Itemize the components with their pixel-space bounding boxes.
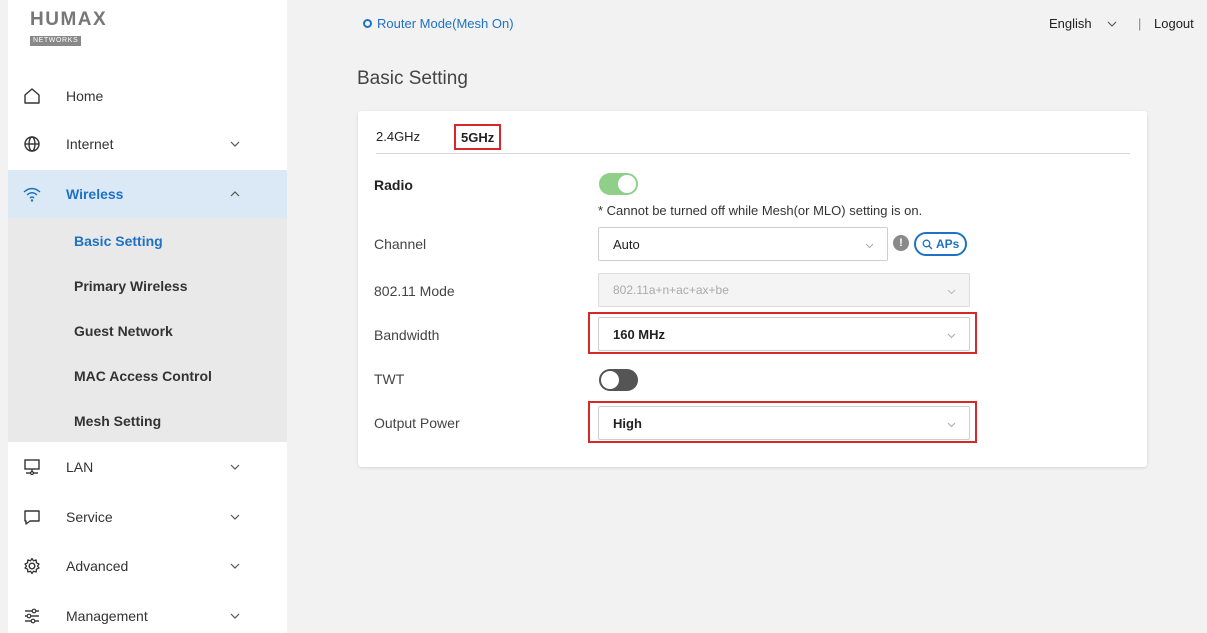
chevron-down-icon (947, 289, 956, 295)
sidebar-item-internet[interactable]: Internet (8, 120, 287, 168)
logo-sub: NETWORKS (30, 36, 82, 46)
page-title: Basic Setting (357, 68, 468, 89)
search-icon (922, 239, 933, 249)
toggle-knob (618, 175, 636, 193)
sidebar-item-wireless[interactable]: Wireless (8, 170, 287, 218)
chevron-down-icon (230, 464, 240, 470)
sidebar-item-label: Wireless (66, 186, 124, 202)
globe-icon (24, 136, 40, 152)
band-tabs: 2.4GHz 5GHz (376, 124, 1130, 154)
submenu-label: Guest Network (74, 322, 173, 339)
radio-label: Radio (374, 177, 413, 193)
router-mode-label: Router Mode(Mesh On) (377, 16, 514, 31)
sidebar-item-lan[interactable]: LAN (8, 443, 287, 491)
settings-card: 2.4GHz 5GHz Radio * Cannot be turned off… (358, 111, 1147, 467)
humax-logo: HUMAX NETWORKS (30, 9, 120, 46)
mode-select: 802.11a+n+ac+ax+be (598, 273, 970, 307)
chevron-down-icon (230, 563, 240, 569)
scan-aps-button[interactable]: APs (914, 232, 968, 256)
submenu-basic-setting[interactable]: Basic Setting (8, 218, 287, 263)
output-power-label: Output Power (374, 415, 460, 431)
gear-icon (24, 557, 40, 575)
radio-note: * Cannot be turned off while Mesh(or MLO… (598, 203, 923, 218)
sidebar: HUMAX NETWORKS Home Internet Wireless Ba… (8, 0, 287, 633)
submenu-guest-network[interactable]: Guest Network (8, 308, 287, 353)
twt-label: TWT (374, 371, 405, 387)
chevron-down-icon (947, 333, 956, 339)
toggle-knob (601, 371, 619, 389)
submenu-primary-wireless[interactable]: Primary Wireless (8, 263, 287, 308)
output-power-value: High (613, 416, 642, 431)
submenu-mesh-setting[interactable]: Mesh Setting (8, 398, 287, 443)
mode-value: 802.11a+n+ac+ax+be (613, 283, 729, 297)
bandwidth-value: 160 MHz (613, 327, 666, 342)
wireless-submenu: Basic Setting Primary Wireless Guest Net… (8, 218, 287, 442)
submenu-label: Primary Wireless (74, 277, 188, 294)
language-label: English (1049, 16, 1092, 31)
sidebar-item-label: Service (66, 509, 113, 525)
wifi-icon (23, 187, 41, 202)
logo-text: HUMAX (30, 9, 108, 30)
radio-toggle[interactable] (599, 173, 638, 195)
lan-icon (24, 459, 40, 476)
router-mode-status: Router Mode(Mesh On) (363, 16, 514, 31)
sidebar-item-advanced[interactable]: Advanced (8, 542, 287, 590)
output-power-select[interactable]: High (598, 406, 970, 440)
info-icon[interactable]: ! (893, 235, 909, 251)
service-icon (24, 510, 40, 525)
mode-label: 802.11 Mode (374, 283, 455, 299)
chevron-up-icon (230, 191, 240, 197)
sidebar-item-home[interactable]: Home (8, 72, 287, 120)
tab-2-4ghz[interactable]: 2.4GHz (376, 129, 420, 144)
tab-5ghz[interactable]: 5GHz (454, 124, 502, 150)
sidebar-item-label: Internet (66, 136, 114, 152)
bandwidth-select[interactable]: 160 MHz (598, 317, 970, 351)
channel-label: Channel (374, 236, 427, 252)
language-select[interactable]: English (1049, 16, 1118, 31)
chevron-down-icon (1107, 21, 1117, 27)
home-icon (24, 88, 40, 104)
status-dot-icon (363, 19, 372, 28)
bandwidth-label: Bandwidth (374, 327, 440, 343)
channel-value: Auto (613, 237, 640, 252)
submenu-label: Mesh Setting (74, 412, 162, 429)
chevron-down-icon (865, 243, 874, 249)
submenu-label: Basic Setting (74, 232, 163, 249)
twt-toggle[interactable] (599, 369, 638, 391)
sidebar-item-label: LAN (66, 459, 94, 475)
chevron-down-icon (230, 141, 240, 147)
sidebar-item-label: Management (66, 608, 148, 624)
topbar-separator: | (1138, 16, 1142, 31)
channel-select[interactable]: Auto (598, 227, 888, 261)
sidebar-item-label: Home (66, 88, 104, 104)
sidebar-item-label: Advanced (66, 558, 129, 574)
submenu-label: MAC Access Control (74, 367, 212, 384)
sidebar-item-service[interactable]: Service (8, 493, 287, 541)
chevron-down-icon (947, 422, 956, 428)
sliders-icon (25, 608, 39, 624)
chevron-down-icon (230, 613, 240, 619)
logout-link[interactable]: Logout (1154, 16, 1194, 31)
scan-aps-label: APs (936, 237, 960, 251)
sidebar-item-management[interactable]: Management (8, 592, 287, 633)
submenu-mac-access-control[interactable]: MAC Access Control (8, 353, 287, 398)
chevron-down-icon (230, 514, 240, 520)
